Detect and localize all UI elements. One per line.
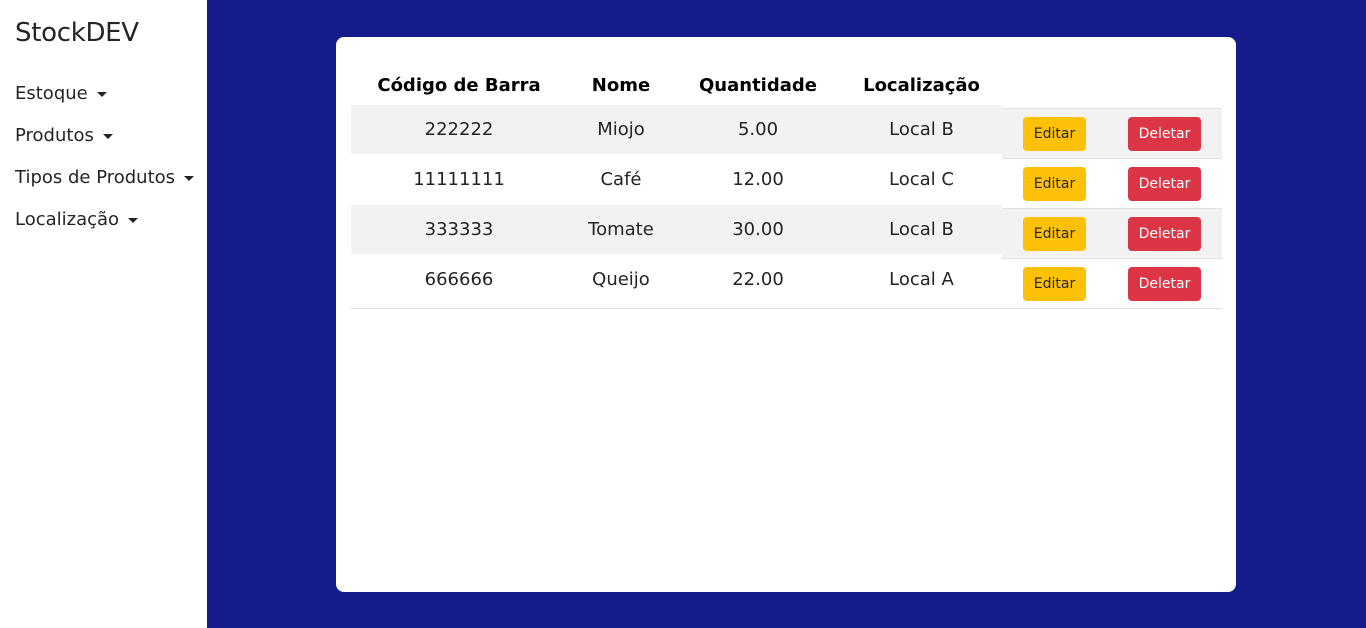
delete-button[interactable]: Deletar (1128, 166, 1201, 201)
edit-button[interactable]: Editar (1023, 116, 1086, 151)
sidebar-item-label: Produtos (15, 124, 94, 146)
cell-codigo: 222222 (351, 104, 567, 155)
edit-button[interactable]: Editar (1023, 266, 1086, 301)
cell-nome: Café (567, 154, 675, 205)
sidebar-item-label: Localização (15, 208, 120, 230)
sidebar-item-label: Estoque (15, 82, 88, 104)
table-row: 222222 Miojo 5.00 Local B Editar Deletar (351, 104, 1222, 159)
brand-title[interactable]: StockDEV (15, 15, 207, 51)
header-edit-spacer (1002, 63, 1107, 109)
edit-button[interactable]: Editar (1023, 216, 1086, 251)
sidebar: StockDEV Estoque Produtos Tipos de Produ… (0, 0, 207, 628)
table-header-row: Código de Barra Nome Quantidade Localiza… (351, 63, 1222, 109)
cell-edit: Editar (1002, 158, 1107, 209)
caret-down-icon (102, 133, 113, 139)
stock-table: Código de Barra Nome Quantidade Localiza… (351, 63, 1222, 309)
table-row: 666666 Queijo 22.00 Local A Editar Delet… (351, 254, 1222, 309)
table-row: 11111111 Café 12.00 Local C Editar Delet… (351, 154, 1222, 209)
sidebar-nav: Estoque Produtos Tipos de Produtos Local… (15, 72, 207, 240)
cell-localizacao: Local A (841, 254, 1002, 305)
cell-codigo: 666666 (351, 254, 567, 305)
cell-quantidade: 12.00 (675, 154, 841, 205)
caret-down-icon (184, 175, 195, 181)
sidebar-item-localizacao[interactable]: Localização (15, 198, 207, 240)
cell-localizacao: Local B (841, 204, 1002, 255)
cell-quantidade: 30.00 (675, 204, 841, 255)
cell-edit: Editar (1002, 208, 1107, 259)
cell-nome: Tomate (567, 204, 675, 255)
edit-button[interactable]: Editar (1023, 166, 1086, 201)
cell-delete: Deletar (1107, 158, 1222, 209)
table-row: 333333 Tomate 30.00 Local B Editar Delet… (351, 204, 1222, 259)
cell-delete: Deletar (1107, 258, 1222, 309)
cell-localizacao: Local B (841, 104, 1002, 155)
cell-edit: Editar (1002, 258, 1107, 309)
cell-edit: Editar (1002, 108, 1107, 159)
cell-codigo: 333333 (351, 204, 567, 255)
cell-codigo: 11111111 (351, 154, 567, 205)
delete-button[interactable]: Deletar (1128, 116, 1201, 151)
sidebar-item-estoque[interactable]: Estoque (15, 72, 207, 114)
header-nome: Nome (567, 63, 675, 109)
cell-nome: Miojo (567, 104, 675, 155)
cell-delete: Deletar (1107, 208, 1222, 259)
sidebar-item-label: Tipos de Produtos (15, 166, 176, 188)
caret-down-icon (128, 217, 139, 223)
cell-quantidade: 22.00 (675, 254, 841, 305)
header-codigo-de-barra: Código de Barra (351, 63, 567, 109)
caret-down-icon (96, 91, 107, 97)
delete-button[interactable]: Deletar (1128, 216, 1201, 251)
header-quantidade: Quantidade (675, 63, 841, 109)
cell-localizacao: Local C (841, 154, 1002, 205)
cell-delete: Deletar (1107, 108, 1222, 159)
stock-card: Código de Barra Nome Quantidade Localiza… (336, 37, 1236, 592)
header-delete-spacer (1107, 63, 1222, 109)
delete-button[interactable]: Deletar (1128, 266, 1201, 301)
sidebar-item-produtos[interactable]: Produtos (15, 114, 207, 156)
main-area: Código de Barra Nome Quantidade Localiza… (207, 0, 1366, 628)
sidebar-item-tipos-de-produtos[interactable]: Tipos de Produtos (15, 156, 207, 198)
header-localizacao: Localização (841, 63, 1002, 109)
cell-nome: Queijo (567, 254, 675, 305)
cell-quantidade: 5.00 (675, 104, 841, 155)
